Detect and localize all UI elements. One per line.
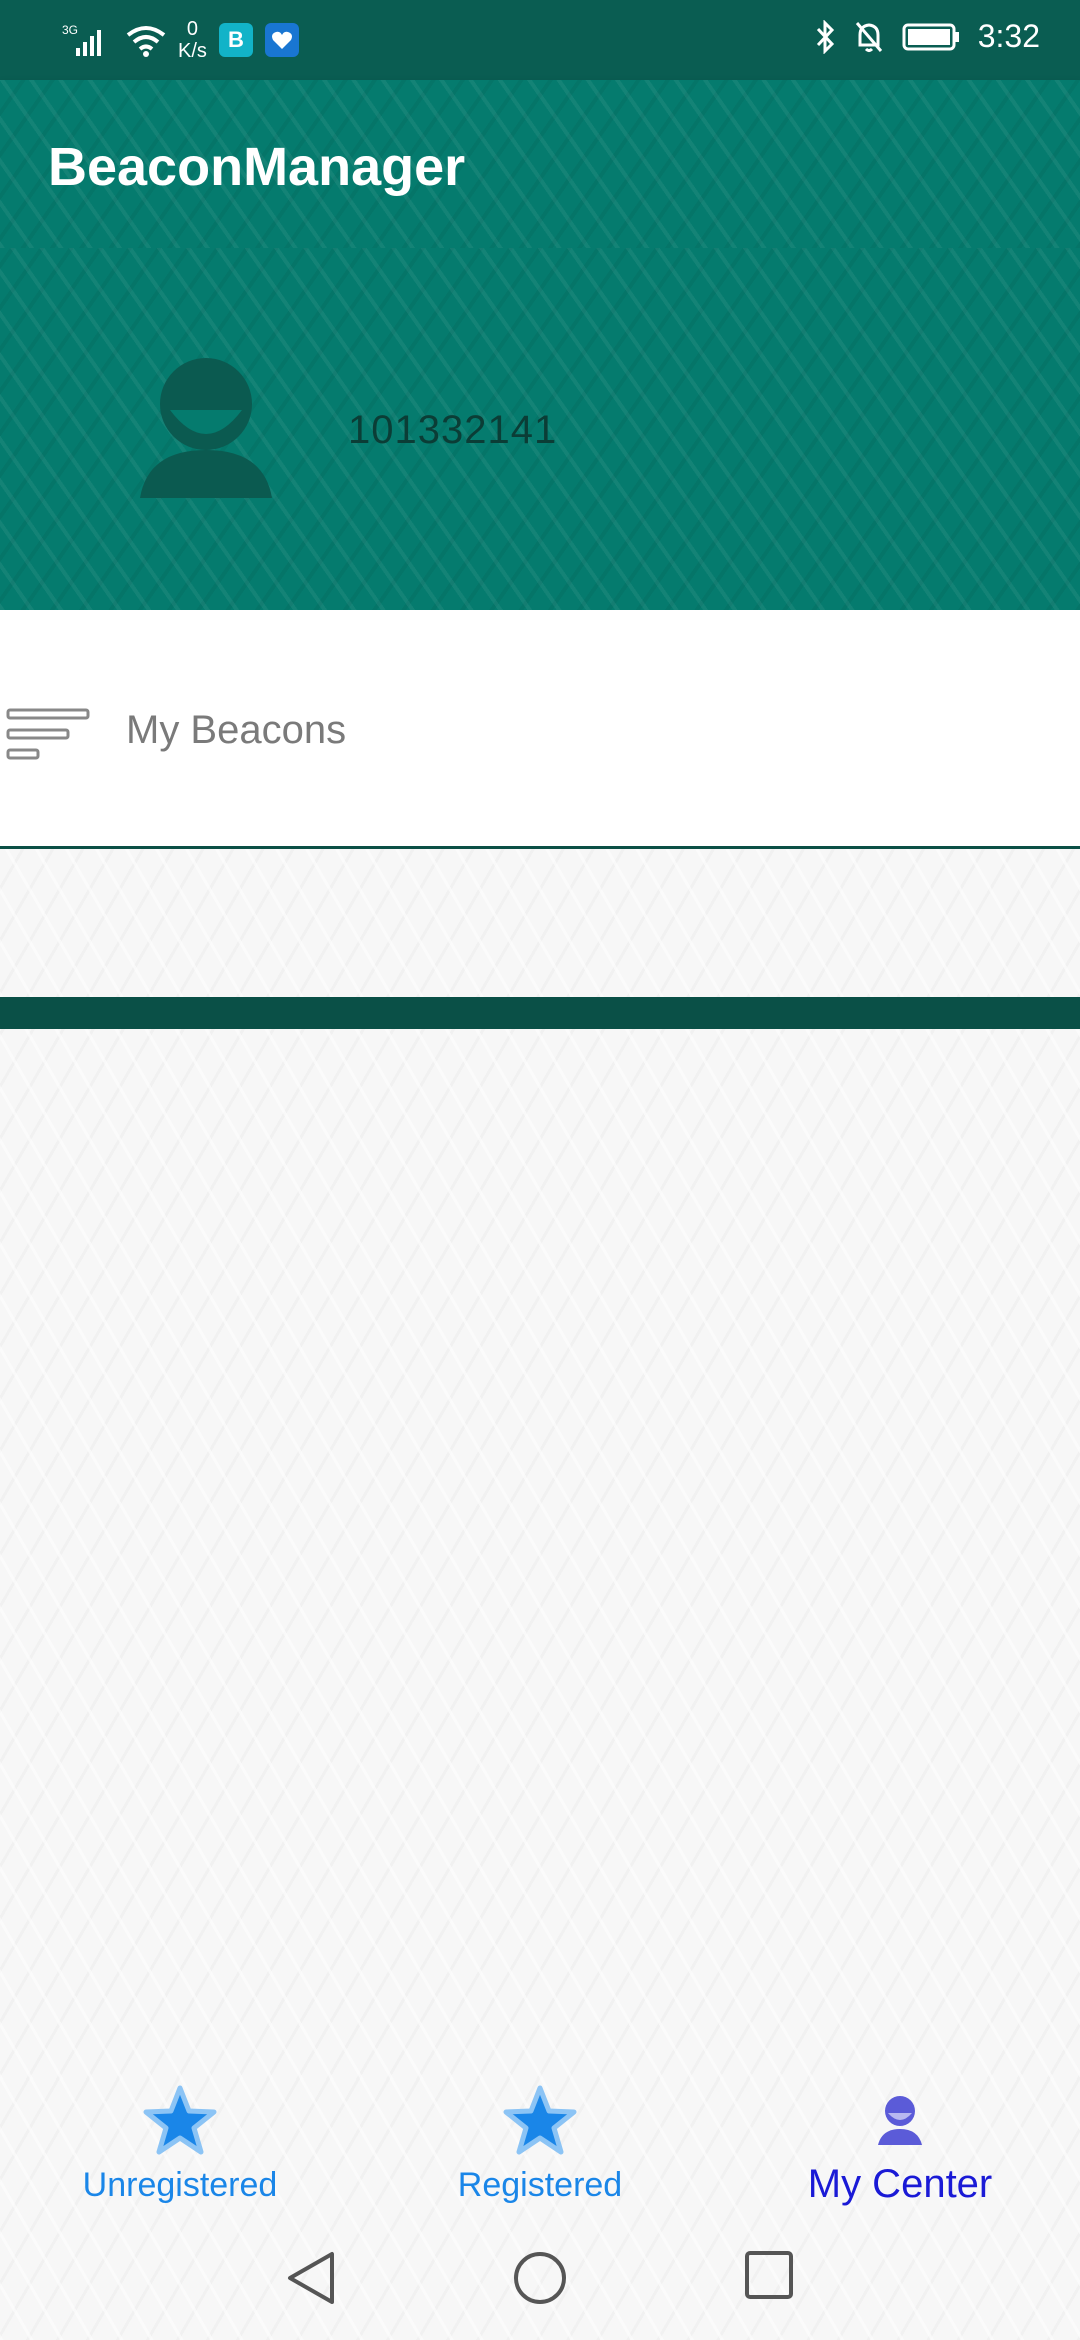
cell-signal-icon: 3G: [62, 22, 114, 58]
wifi-icon: [126, 23, 166, 57]
app-title: BeaconManager: [48, 137, 466, 197]
back-icon[interactable]: [284, 2250, 338, 2306]
tab-label: Unregistered: [82, 2166, 278, 2204]
recents-icon[interactable]: [744, 2250, 794, 2300]
network-speed: 0 K/s: [178, 18, 207, 62]
bottom-navigation: Unregistered Registered My Center: [0, 2060, 1080, 2220]
app-bar: BeaconManager: [0, 80, 1080, 248]
system-navigation-bar: [0, 2220, 1080, 2340]
star-icon: [503, 2085, 577, 2155]
tab-registered[interactable]: Registered: [390, 2080, 690, 2205]
tab-my-center[interactable]: My Center: [750, 2080, 1050, 2207]
avatar-icon[interactable]: [140, 358, 272, 498]
tab-unregistered[interactable]: Unregistered: [30, 2080, 330, 2205]
clock: 3:32: [977, 18, 1040, 54]
speed-unit: K/s: [178, 40, 207, 62]
tab-label: My Center: [807, 2162, 993, 2206]
profile-header: 101332141: [0, 248, 1080, 610]
content-area: [0, 1029, 1080, 2079]
menu-item-label: My Beacons: [126, 708, 347, 752]
notifications-off-icon: [854, 20, 884, 54]
empty-section: [0, 849, 1080, 997]
speed-value: 0: [186, 18, 199, 40]
star-icon: [143, 2085, 217, 2155]
battery-icon: [902, 23, 960, 51]
person-icon: [878, 2096, 922, 2145]
divider-bar: [0, 997, 1080, 1029]
tab-label: Registered: [457, 2166, 623, 2204]
menu-item-my-beacons[interactable]: My Beacons: [0, 610, 1080, 849]
health-app-notification-icon: [264, 23, 299, 57]
user-id: 101332141: [348, 408, 558, 452]
bluetooth-icon: [814, 19, 836, 54]
home-icon[interactable]: [512, 2250, 568, 2306]
app-notification-letter: B: [227, 27, 244, 52]
network-type: 3G: [62, 23, 78, 37]
status-bar: 3G 0 K/s B 3:32: [0, 0, 1080, 80]
app-notification-icon: B: [218, 23, 253, 57]
list-lines-icon: [6, 708, 90, 760]
